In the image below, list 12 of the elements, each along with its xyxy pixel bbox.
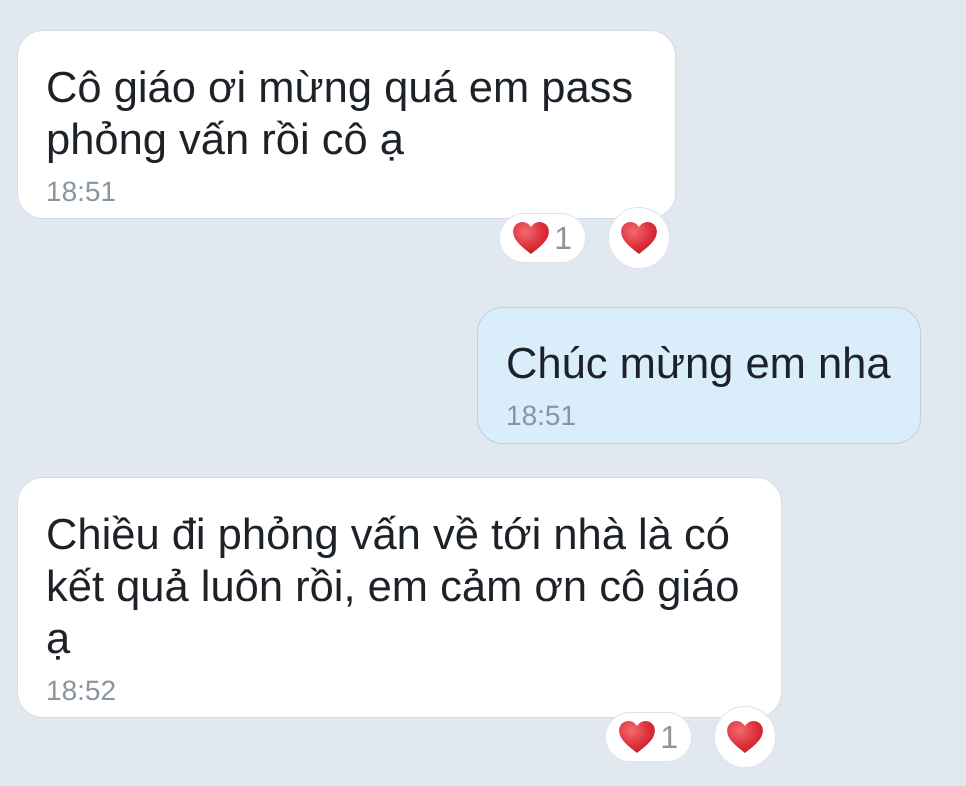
heart-icon (727, 721, 763, 753)
reaction-count-button[interactable]: 1 (605, 712, 692, 762)
message-time: 18:51 (46, 175, 118, 209)
message-text: Chúc mừng em nha (506, 339, 892, 390)
message-text: Chiều đi phỏng vấn về tới nhà là có kết quả luôn rồi, em cảm ơn cô giáo ạ (46, 510, 740, 665)
reaction-count-button[interactable]: 1 (499, 213, 586, 263)
message-time: 18:51 (506, 399, 578, 433)
heart-icon (513, 222, 550, 254)
message-time: 18:52 (46, 674, 118, 708)
heart-icon (619, 721, 656, 753)
heart-icon (621, 222, 657, 254)
message-text: Cô giáo ơi mừng quá em pass phỏng vấn rồi cô ạ (46, 63, 634, 166)
